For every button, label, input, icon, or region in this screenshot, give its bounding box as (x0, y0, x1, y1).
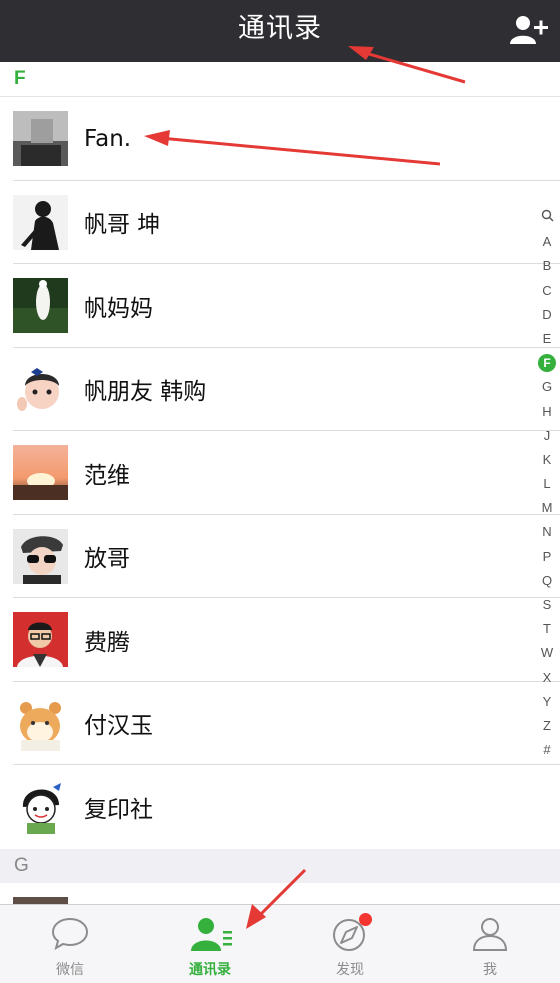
index-letter[interactable]: J (537, 424, 557, 448)
tab-me[interactable]: 我 (420, 905, 560, 983)
tab-bar: 微信 通讯录 发现 我 (0, 904, 560, 983)
index-letter[interactable]: C (537, 279, 557, 303)
contact-row[interactable]: Fan. (0, 97, 560, 181)
contact-name: 费腾 (84, 629, 130, 656)
contact-row[interactable]: 复印社 (0, 765, 560, 849)
avatar (13, 445, 68, 501)
contact-name: 复印社 (84, 796, 153, 823)
index-letter[interactable]: K (537, 448, 557, 472)
tab-label: 发现 (336, 962, 364, 978)
index-letter[interactable]: G (537, 375, 557, 399)
index-letter[interactable]: H (537, 400, 557, 424)
index-letter[interactable]: X (537, 666, 557, 690)
contact-row[interactable] (0, 883, 560, 904)
index-letter[interactable]: E (537, 327, 557, 351)
chat-bubble-icon (50, 915, 90, 953)
tab-contacts[interactable]: 通讯录 (140, 905, 280, 983)
section-header-f: F (0, 62, 560, 97)
contact-name: 帆朋友 韩购 (84, 379, 207, 406)
index-search-icon[interactable] (537, 206, 557, 230)
index-letter[interactable]: Q (537, 569, 557, 593)
tab-label: 通讯录 (189, 962, 231, 978)
index-letter[interactable]: D (537, 303, 557, 327)
avatar (13, 278, 68, 334)
person-icon (470, 915, 510, 953)
contact-row[interactable]: 付汉玉 (0, 682, 560, 766)
active-letter-badge: F (538, 354, 556, 373)
index-letter[interactable]: L (537, 472, 557, 496)
section-header-g: G (0, 848, 560, 883)
page-title: 通讯录 (238, 13, 322, 44)
contact-row[interactable]: 费腾 (0, 598, 560, 682)
index-letter[interactable]: A (537, 230, 557, 254)
index-letter[interactable]: W (537, 641, 557, 665)
contact-row[interactable]: 帆哥 坤 (0, 181, 560, 265)
navigation-bar: 通讯录 (0, 0, 560, 62)
index-letter-active[interactable]: F (537, 351, 557, 375)
contact-name: 范维 (84, 462, 130, 489)
index-letter[interactable]: B (537, 254, 557, 278)
index-letter[interactable]: P (537, 545, 557, 569)
contact-name: 付汉玉 (84, 713, 153, 740)
avatar (13, 779, 68, 835)
alphabet-index-bar[interactable]: A B C D E F G H J K L M N P Q S T W X Y … (537, 206, 557, 762)
tab-label: 我 (483, 962, 497, 978)
notification-dot (359, 913, 372, 926)
tab-label: 微信 (56, 962, 84, 978)
avatar (13, 361, 68, 417)
tab-discover[interactable]: 发现 (280, 905, 420, 983)
contacts-icon (190, 915, 232, 953)
avatar (13, 528, 68, 584)
avatar (13, 612, 68, 668)
index-letter[interactable]: # (537, 738, 557, 762)
contact-row[interactable]: 放哥 (0, 515, 560, 599)
index-letter[interactable]: N (537, 520, 557, 544)
index-letter[interactable]: Z (537, 714, 557, 738)
contact-name: 帆妈妈 (84, 295, 153, 322)
index-letter[interactable]: Y (537, 690, 557, 714)
contact-list[interactable]: F Fan. 帆哥 坤 帆妈妈 帆朋友 韩购 范维 放哥 费腾 付汉玉 复印社 … (0, 62, 560, 904)
add-contact-icon[interactable] (510, 14, 548, 46)
contact-name: Fan. (84, 125, 132, 152)
contact-row[interactable]: 范维 (0, 431, 560, 515)
contact-row[interactable]: 帆妈妈 (0, 264, 560, 348)
contact-name: 放哥 (84, 546, 130, 573)
avatar (13, 695, 68, 751)
contact-row[interactable]: 帆朋友 韩购 (0, 348, 560, 432)
index-letter[interactable]: S (537, 593, 557, 617)
tab-chats[interactable]: 微信 (0, 905, 140, 983)
compass-icon (330, 913, 372, 953)
index-letter[interactable]: T (537, 617, 557, 641)
avatar (13, 194, 68, 250)
index-letter[interactable]: M (537, 496, 557, 520)
avatar (13, 111, 68, 167)
contact-name: 帆哥 坤 (84, 212, 161, 239)
avatar (13, 896, 68, 904)
